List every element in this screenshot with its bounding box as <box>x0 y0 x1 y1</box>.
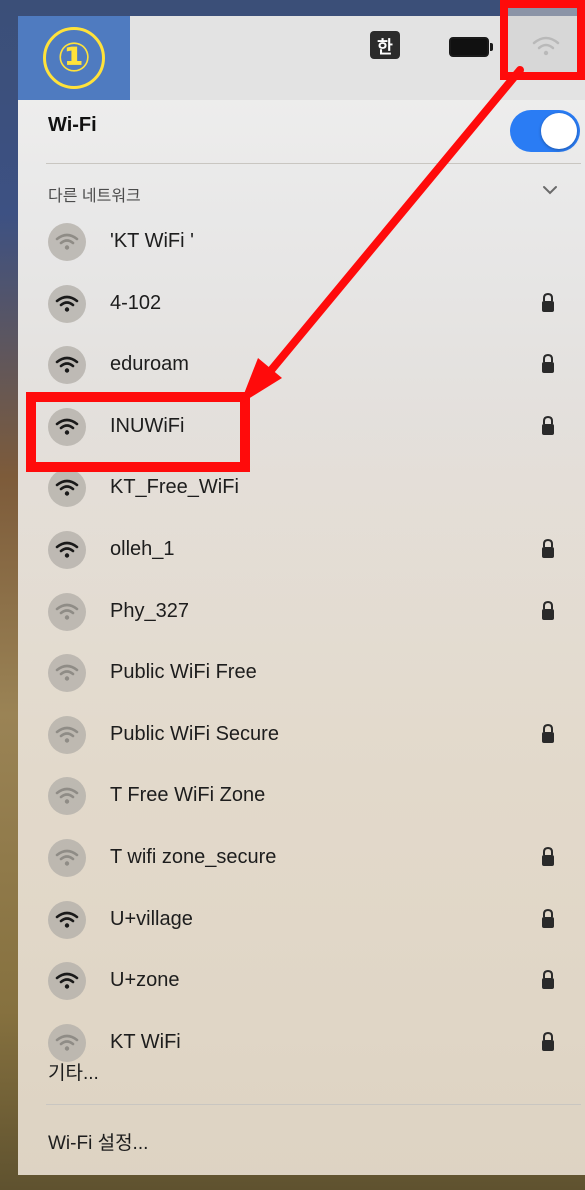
network-item[interactable]: 4-102 <box>18 274 585 334</box>
network-name: 4-102 <box>110 291 162 314</box>
network-name: 'KT WiFi ' <box>110 230 194 252</box>
other-network-item[interactable]: 기타... <box>48 1058 99 1085</box>
network-item[interactable]: 'KT WiFi ' <box>18 212 585 272</box>
network-name: KT_Free_WiFi <box>110 476 239 499</box>
wifi-signal-icon <box>48 223 86 261</box>
wifi-title: Wi-Fi <box>48 114 97 136</box>
network-item[interactable]: T wifi zone_secure <box>18 828 585 888</box>
network-name: Public WiFi Free <box>110 661 257 684</box>
lock-icon <box>540 969 556 991</box>
step-number: ① <box>43 27 105 89</box>
battery-icon[interactable] <box>449 37 493 57</box>
wifi-signal-icon <box>48 346 86 385</box>
step-badge: ① <box>18 16 130 100</box>
wifi-signal-icon <box>48 777 86 816</box>
network-item[interactable]: Phy_327 <box>18 582 585 642</box>
chevron-down-icon[interactable] <box>538 178 562 202</box>
lock-icon <box>540 538 556 560</box>
network-name: Phy_327 <box>110 599 189 622</box>
wifi-signal-icon <box>48 900 86 939</box>
network-name: KT WiFi <box>110 1030 181 1053</box>
network-name: U+village <box>110 907 193 930</box>
network-name: Public WiFi Secure <box>110 722 279 745</box>
wifi-icon[interactable] <box>510 22 582 70</box>
network-item[interactable]: olleh_1 <box>18 520 585 580</box>
network-name: T wifi zone_secure <box>110 846 277 868</box>
wifi-signal-icon <box>48 715 86 754</box>
divider <box>46 1104 581 1105</box>
wifi-signal-icon <box>48 592 86 631</box>
lock-icon <box>540 292 556 314</box>
lock-icon <box>540 353 556 375</box>
wifi-signal-icon <box>48 469 86 508</box>
lock-icon <box>540 723 556 745</box>
wifi-menu-panel: Wi-Fi 다른 네트워크 'KT WiFi ' 4-102 eduroam INUW… <box>18 100 585 1175</box>
wifi-settings-item[interactable]: Wi-Fi 설정... <box>48 1128 148 1155</box>
network-item[interactable]: T Free WiFi Zone <box>18 766 585 826</box>
lock-icon <box>540 415 556 437</box>
divider <box>46 163 581 164</box>
lock-icon <box>540 846 556 868</box>
network-name: T Free WiFi Zone <box>110 784 266 807</box>
network-item[interactable]: U+zone <box>18 951 585 1011</box>
wifi-signal-icon <box>48 654 86 693</box>
network-name: olleh_1 <box>110 538 175 560</box>
wifi-signal-icon <box>48 839 86 877</box>
network-name: eduroam <box>110 353 189 376</box>
lock-icon <box>540 908 556 930</box>
network-name: U+zone <box>110 969 180 992</box>
network-item[interactable]: Public WiFi Secure <box>18 705 585 765</box>
wifi-signal-icon <box>48 962 86 1001</box>
wifi-toggle[interactable] <box>510 110 580 152</box>
toggle-knob <box>541 113 577 149</box>
inuwifi-highlight <box>26 392 250 472</box>
wifi-signal-icon <box>48 531 86 569</box>
wifi-signal-icon <box>48 1023 86 1062</box>
lock-icon <box>540 600 556 622</box>
other-networks-label: 다른 네트워크 <box>48 188 141 205</box>
input-source-indicator[interactable]: 한 <box>370 31 400 59</box>
network-item[interactable]: KT WiFi <box>18 1013 585 1073</box>
network-item[interactable]: Public WiFi Free <box>18 643 585 703</box>
wifi-signal-icon <box>48 284 86 323</box>
lock-icon <box>540 1031 556 1053</box>
network-item[interactable]: eduroam <box>18 335 585 395</box>
network-item[interactable]: U+village <box>18 890 585 950</box>
